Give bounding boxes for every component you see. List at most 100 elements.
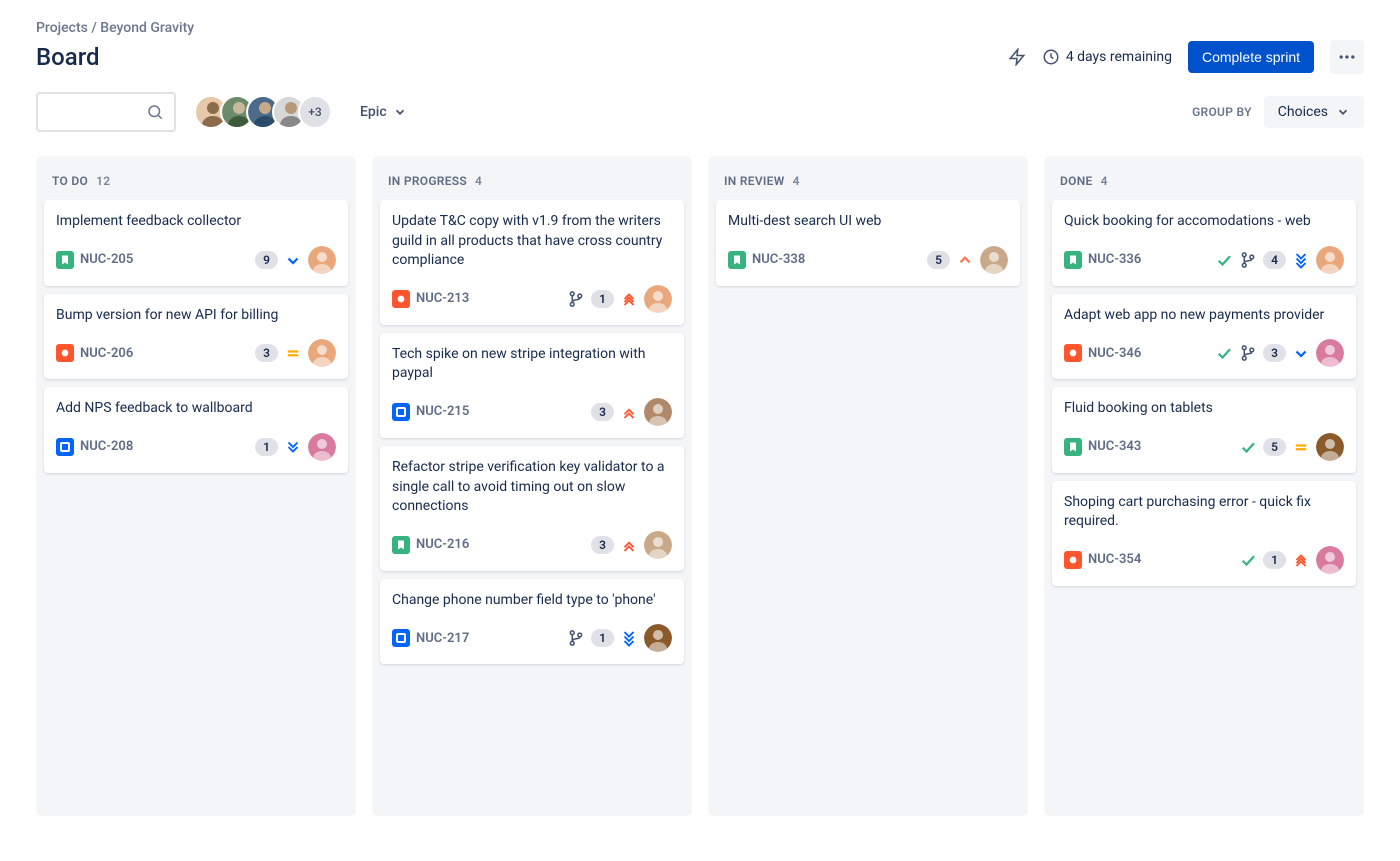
story-points-badge: 4 [1263,251,1286,269]
priority-icon [284,438,302,456]
assignee-avatar[interactable] [1316,433,1344,461]
assignee-avatar[interactable] [644,531,672,559]
epic-filter[interactable]: Epic [350,98,417,126]
story-type-icon [1064,251,1082,269]
card-title: Implement feedback collector [56,212,336,232]
card-key[interactable]: NUC-354 [1064,551,1141,569]
ellipsis-icon [1337,47,1357,67]
story-points-badge: 1 [1263,551,1286,569]
branch-icon [1239,344,1257,362]
assignee-avatar[interactable] [1316,339,1344,367]
search-input[interactable] [36,92,176,132]
avatar-overflow[interactable]: +3 [298,95,332,129]
card-key[interactable]: NUC-336 [1064,251,1141,269]
assignee-avatar[interactable] [980,246,1008,274]
card[interactable]: Quick booking for accomodations - webNUC… [1052,200,1356,286]
card[interactable]: Add NPS feedback to wallboardNUC-2081 [44,387,348,473]
assignee-avatar[interactable] [308,433,336,461]
more-button[interactable] [1330,40,1364,74]
priority-icon [1292,438,1310,456]
column-count: 4 [793,174,800,188]
column-header: TO DO 12 [44,168,348,200]
clock-icon [1042,48,1060,66]
story-type-icon [56,251,74,269]
task-type-icon [392,629,410,647]
story-points-badge: 3 [591,403,614,421]
column-name: TO DO [52,174,88,188]
story-points-badge: 1 [255,438,278,456]
card-title: Multi-dest search UI web [728,212,1008,232]
bolt-icon[interactable] [1008,48,1026,66]
filters-row: +3 Epic GROUP BY Choices [36,92,1364,132]
column-name: IN PROGRESS [388,174,467,188]
card[interactable]: Implement feedback collectorNUC-2059 [44,200,348,286]
group-by-select[interactable]: Choices [1264,96,1364,128]
story-points-badge: 1 [591,629,614,647]
card[interactable]: Shoping cart purchasing error - quick fi… [1052,481,1356,586]
card-key[interactable]: NUC-208 [56,438,133,456]
branch-icon [1239,251,1257,269]
card-key[interactable]: NUC-343 [1064,438,1141,456]
column: DONE4Quick booking for accomodations - w… [1044,156,1364,816]
column-name: IN REVIEW [724,174,785,188]
card[interactable]: Update T&C copy with v1.9 from the write… [380,200,684,325]
card[interactable]: Fluid booking on tablets NUC-343 5 [1052,387,1356,473]
breadcrumb-root[interactable]: Projects [36,20,88,36]
card-title: Update T&C copy with v1.9 from the write… [392,212,672,271]
card-title: Bump version for new API for billing [56,306,336,326]
card-key[interactable]: NUC-205 [56,251,133,269]
card-key[interactable]: NUC-216 [392,536,469,554]
header-row: Board 4 days remaining Complete sprint [36,40,1364,74]
task-type-icon [56,438,74,456]
group-by-label: GROUP BY [1192,105,1252,119]
story-type-icon [392,536,410,554]
assignee-avatar[interactable] [644,285,672,313]
card[interactable]: Refactor stripe verification key validat… [380,446,684,571]
card[interactable]: Multi-dest search UI web NUC-338 5 [716,200,1020,286]
card-title: Change phone number field type to 'phone… [392,591,672,611]
complete-sprint-button[interactable]: Complete sprint [1188,41,1314,73]
story-points-badge: 5 [1263,438,1286,456]
breadcrumb-project[interactable]: Beyond Gravity [100,20,194,36]
card-title: Fluid booking on tablets [1064,399,1344,419]
column-header: DONE4 [1052,168,1356,200]
story-points-badge: 3 [255,344,278,362]
assignee-avatar[interactable] [308,339,336,367]
column-count: 4 [1101,174,1108,188]
card-key[interactable]: NUC-213 [392,290,469,308]
story-points-badge: 3 [1263,344,1286,362]
card-title: Shoping cart purchasing error - quick fi… [1064,493,1344,532]
column: IN REVIEW 4 Multi-dest search UI web NUC-33… [708,156,1028,816]
card-key[interactable]: NUC-338 [728,251,805,269]
search-icon [146,103,164,121]
card-title: Tech spike on new stripe integration wit… [392,345,672,384]
card[interactable]: Adapt web app no new payments providerNU… [1052,294,1356,380]
priority-icon [1292,251,1310,269]
priority-icon [284,344,302,362]
card[interactable]: Change phone number field type to 'phone… [380,579,684,665]
assignee-avatar[interactable] [644,398,672,426]
card[interactable]: Bump version for new API for billing NUC-… [44,294,348,380]
card-key[interactable]: NUC-215 [392,403,469,421]
branch-icon [567,290,585,308]
card-key[interactable]: NUC-346 [1064,344,1141,362]
column-count: 12 [96,174,110,188]
story-type-icon [1064,438,1082,456]
bug-type-icon [1064,344,1082,362]
priority-icon [284,251,302,269]
priority-icon [620,629,638,647]
assignee-avatar[interactable] [308,246,336,274]
column-count: 4 [475,174,482,188]
card-key[interactable]: NUC-217 [392,629,469,647]
card-key[interactable]: NUC-206 [56,344,133,362]
chevron-down-icon [1336,105,1350,119]
bug-type-icon [56,344,74,362]
story-points-badge: 5 [927,251,950,269]
card[interactable]: Tech spike on new stripe integration wit… [380,333,684,438]
avatar-stack[interactable]: +3 [194,95,332,129]
assignee-avatar[interactable] [1316,246,1344,274]
assignee-avatar[interactable] [644,624,672,652]
task-type-icon [392,403,410,421]
assignee-avatar[interactable] [1316,546,1344,574]
column: IN PROGRESS 4 Update T&C copy with v1.9 fr… [372,156,692,816]
